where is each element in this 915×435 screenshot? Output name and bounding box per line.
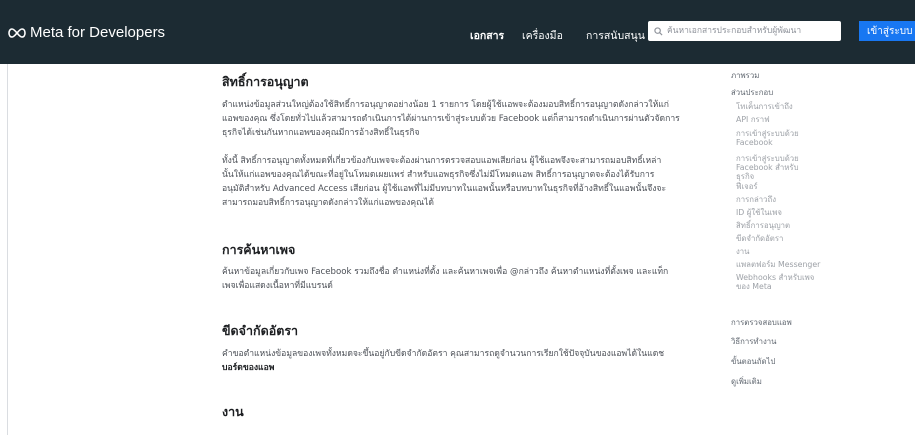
section-permissions: สิทธิ์การอนุญาต (222, 72, 707, 92)
sidebar-item-messenger-platform[interactable]: แพลตฟอร์ม Messenger (736, 260, 820, 269)
sidebar-item-access-tokens[interactable]: โทเค็นการเข้าถึง (736, 102, 793, 111)
sidebar-item-overview[interactable]: ภาพรวม (731, 71, 759, 80)
sidebar-item-graph-api[interactable]: API กราฟ (736, 115, 770, 124)
sidebar-item-facebook-login[interactable]: การเข้าสู่ระบบด้วย Facebook (736, 129, 816, 147)
sidebar-item-facebook-login-business[interactable]: การเข้าสู่ระบบด้วย Facebook สำหรับธุรกิจ (736, 154, 816, 181)
nav-docs[interactable]: เอกสาร (470, 27, 504, 44)
section-rate-limits: ขีดจำกัดอัตรา (222, 321, 707, 341)
search-box[interactable] (648, 21, 841, 41)
app-dashboard-link[interactable]: บอร์ดของแอพ (222, 363, 274, 373)
sidebar-item-next-steps[interactable]: ขั้นตอนถัดไป (731, 357, 775, 366)
sidebar-item-see-also[interactable]: ดูเพิ่มเติม (731, 377, 762, 386)
paragraph-line: ทั้งนี้ สิทธิ์การอนุญาตทั้งหมดที่เกี่ยวข… (222, 156, 662, 166)
sidebar-item-rate-limits[interactable]: ขีดจำกัดอัตรา (736, 234, 783, 243)
section-page-search: การค้นหาเพจ (222, 240, 707, 260)
sidebar-item-page-scoped-ids[interactable]: ID ผู้ใช้ในเพจ (736, 208, 782, 217)
paragraph-line: ตำแหน่งข้อมูลส่วนใหญ่ต้องใช้สิทธิ์การอนุ… (222, 100, 669, 110)
paragraph-line: แอพของคุณ ซึ่งโดยทั่วไปแล้วสามารถดำเนินก… (222, 114, 680, 124)
paragraph-line: อนุมัติสำหรับ Advanced Access เสียก่อน ผ… (222, 184, 667, 194)
top-navigation-bar: Meta for Developers เอกสาร เครื่องมือ กา… (0, 0, 915, 64)
sidebar-item-app-review[interactable]: การตรวจสอบแอพ (731, 318, 792, 327)
paragraph: ตำแหน่งข้อมูลส่วนใหญ่ต้องใช้สิทธิ์การอนุ… (222, 98, 707, 140)
sidebar-item-components[interactable]: ส่วนประกอบ (731, 88, 773, 97)
paragraph: ค้นหาข้อมูลเกี่ยวกับเพจ Facebook รวมถึงช… (222, 265, 707, 293)
sidebar-item-features[interactable]: ฟีเจอร์ (736, 182, 758, 191)
paragraph-line: สามารถมอบสิทธิ์การอนุญาตดังกล่าวให้แก่แอ… (222, 198, 434, 208)
paragraph-text: คำขอตำแหน่งข้อมูลของเพจทั้งหมดจะขึ้นอยู่… (222, 349, 665, 359)
sidebar-item-permissions[interactable]: สิทธิ์การอนุญาต (736, 221, 790, 230)
paragraph-line: นั้นให้แก่แอพของคุณได้ขณะที่อยู่ในโหมดเผ… (222, 170, 655, 180)
paragraph: ทั้งนี้ สิทธิ์การอนุญาตทั้งหมดที่เกี่ยวข… (222, 154, 707, 210)
section-title: งาน (222, 404, 244, 419)
nav-tools[interactable]: เครื่องมือ (522, 27, 563, 44)
nav-support[interactable]: การสนับสนุน (586, 27, 645, 44)
section-tasks: งาน (222, 402, 707, 422)
section-title: ขีดจำกัดอัตรา (222, 323, 299, 338)
search-icon (654, 26, 663, 36)
sidebar-item-webhooks[interactable]: Webhooks สำหรับเพจของ Meta (736, 273, 816, 291)
meta-infinity-icon (8, 27, 26, 38)
sidebar-item-how-it-works[interactable]: วิธีการทำงาน (731, 337, 776, 346)
paragraph-line: ค้นหาข้อมูลเกี่ยวกับเพจ Facebook รวมถึงช… (222, 267, 669, 277)
sidebar-item-tasks[interactable]: งาน (736, 247, 750, 256)
sidebar-item-mentions[interactable]: การกล่าวถึง (736, 195, 776, 204)
brand-name: Meta for Developers (30, 24, 166, 41)
paragraph-line: คำขอตำแหน่งข้อมูลของเพจทั้งหมดจะขึ้นอยู่… (222, 347, 707, 361)
paragraph-line: ธุรกิจได้เช่นกันหากแอพของคุณมีการอ้างสิท… (222, 128, 420, 138)
paragraph-line: บอร์ดของแอพ (222, 361, 707, 375)
section-title: สิทธิ์การอนุญาต (222, 74, 309, 89)
search-input[interactable] (667, 26, 837, 36)
page-edge-divider (7, 64, 8, 435)
paragraph-line: เพจเพื่อแสดงเนื้อหาที่มีแบรนด์ (222, 281, 333, 291)
login-button[interactable]: เข้าสู่ระบบ (859, 21, 915, 41)
meta-logo-link[interactable]: Meta for Developers (8, 24, 165, 41)
section-title: การค้นหาเพจ (222, 242, 296, 257)
paragraph: คำขอตำแหน่งข้อมูลของเพจทั้งหมดจะขึ้นอยู่… (222, 347, 707, 375)
